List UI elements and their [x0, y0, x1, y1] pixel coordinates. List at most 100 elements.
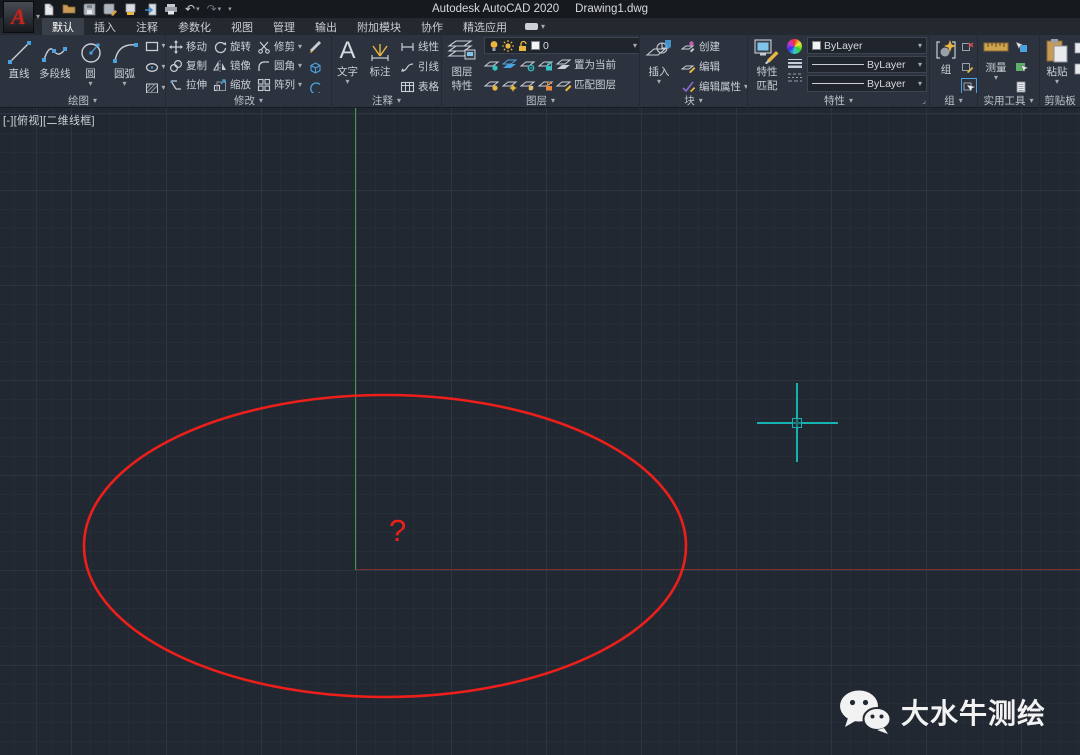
fillet-dropdown-icon[interactable]: ▾ — [298, 62, 302, 70]
qat-customize-button[interactable]: ▾ — [228, 2, 232, 16]
dimension-button[interactable]: 标注 — [365, 37, 395, 78]
panel-footer-annotate[interactable]: 注释▾ — [332, 93, 441, 108]
join-button[interactable] — [308, 79, 323, 93]
tab-parametric[interactable]: 参数化 — [168, 18, 221, 35]
match-properties-button[interactable]: 特性 匹配 — [751, 37, 783, 92]
quick-calc-button[interactable] — [1014, 78, 1028, 93]
panel-footer-groups[interactable]: 组▾ — [930, 93, 977, 108]
insert-block-button[interactable]: 插入 ▾ — [643, 37, 675, 86]
linetype-icon[interactable] — [787, 72, 803, 82]
layer-isolate-icon[interactable] — [484, 57, 500, 72]
leader-button[interactable]: 引线▾ — [400, 57, 441, 76]
table-button[interactable]: 表格 — [400, 77, 441, 93]
polyline-button[interactable]: 多段线 — [37, 37, 73, 80]
redo-dropdown-icon[interactable]: ▾ — [218, 5, 222, 13]
save-as-button[interactable] — [103, 2, 117, 16]
group-edit-button[interactable] — [961, 58, 977, 76]
ribbon-display-toggle[interactable]: ▾ — [525, 18, 545, 35]
fillet-button[interactable]: 圆角▾ — [257, 56, 302, 75]
arc-button[interactable]: 圆弧 ▾ — [109, 37, 141, 88]
select-similar-button[interactable] — [1014, 58, 1028, 76]
copy-clip-button[interactable] — [1074, 60, 1080, 78]
erase-button[interactable] — [308, 37, 323, 55]
line-button[interactable]: 直线 — [3, 37, 35, 80]
new-file-button[interactable] — [42, 2, 55, 16]
ungroup-button[interactable] — [961, 38, 977, 56]
edit-block-button[interactable]: 编辑 — [681, 57, 747, 76]
lineweight-icon[interactable] — [787, 58, 803, 68]
group-selection-toggle[interactable] — [961, 78, 977, 93]
edit-attributes-button[interactable]: 编辑属性▾ — [681, 77, 747, 93]
mirror-button[interactable]: 镜像 — [213, 56, 251, 75]
set-current-button[interactable]: 置为当前 — [574, 57, 616, 72]
ellipse-button[interactable]: ▾ — [145, 58, 166, 76]
plot-button[interactable] — [124, 2, 137, 16]
layer-off-icon[interactable] — [520, 57, 536, 72]
tab-manage[interactable]: 管理 — [263, 18, 305, 35]
trim-dropdown-icon[interactable]: ▾ — [298, 43, 302, 51]
tab-featured-apps[interactable]: 精选应用 — [453, 18, 517, 35]
panel-footer-layers[interactable]: 图层▾ — [442, 93, 639, 108]
color-wheel-icon[interactable] — [787, 39, 802, 54]
save-button[interactable] — [83, 2, 96, 16]
copy-button[interactable]: 复制 — [169, 56, 207, 75]
panel-footer-modify[interactable]: 修改▾ — [166, 93, 331, 108]
measure-dropdown-icon[interactable]: ▾ — [994, 74, 998, 82]
hatch-button[interactable]: ▾ — [145, 79, 166, 93]
panel-footer-properties[interactable]: 特性▾⌟ — [748, 93, 929, 108]
scale-button[interactable]: 缩放 — [213, 75, 251, 93]
array-button[interactable]: 阵列▾ — [257, 75, 302, 93]
tab-output[interactable]: 输出 — [305, 18, 347, 35]
quick-select-button[interactable] — [1014, 38, 1028, 56]
layer-lock-icon[interactable] — [538, 57, 554, 72]
group-button[interactable]: 组 — [933, 37, 959, 76]
cut-button[interactable] — [1074, 39, 1080, 57]
app-logo[interactable]: A — [3, 1, 34, 33]
app-menu-caret-icon[interactable]: ▾ — [36, 12, 40, 21]
layer-unisolate-icon[interactable] — [520, 77, 536, 92]
tab-annotate[interactable]: 注释 — [126, 18, 168, 35]
layer-select-dropdown[interactable]: 0 ▾ — [484, 37, 639, 54]
tab-addins[interactable]: 附加模块 — [347, 18, 411, 35]
drawn-ellipse[interactable] — [81, 391, 689, 701]
tab-insert[interactable]: 插入 — [84, 18, 126, 35]
arc-dropdown-icon[interactable]: ▾ — [122, 80, 126, 88]
rotate-button[interactable]: 旋转 — [213, 37, 251, 56]
tab-view[interactable]: 视图 — [221, 18, 263, 35]
move-button[interactable]: 移动 — [169, 37, 207, 56]
open-file-button[interactable] — [62, 2, 76, 16]
text-dropdown-icon[interactable]: ▾ — [345, 78, 349, 86]
array-dropdown-icon[interactable]: ▾ — [298, 81, 302, 89]
create-block-button[interactable]: 创建 — [681, 37, 747, 56]
measure-button[interactable]: 测量 ▾ — [981, 37, 1011, 82]
stretch-button[interactable]: 拉伸 — [169, 75, 207, 93]
edit-attributes-dropdown-icon[interactable]: ▾ — [744, 83, 747, 91]
match-layer-button[interactable]: 匹配图层 — [574, 77, 616, 92]
paste-dropdown-icon[interactable]: ▾ — [1055, 78, 1059, 86]
lineweight-dropdown[interactable]: ByLayer ▾ — [807, 56, 927, 73]
linetype-dropdown[interactable]: ByLayer ▾ — [807, 75, 927, 92]
paste-button[interactable]: 粘贴 ▾ — [1043, 37, 1071, 86]
circle-button[interactable]: 圆 ▾ — [75, 37, 107, 88]
explode-button[interactable] — [308, 58, 323, 76]
layer-unlock2-icon[interactable] — [538, 77, 554, 92]
tab-home[interactable]: 默认 — [42, 18, 84, 35]
panel-footer-draw[interactable]: 绘图▾ — [0, 93, 165, 108]
match-layer-icon[interactable] — [556, 77, 572, 92]
drawing-canvas[interactable]: [-][俯视][二维线框] ? 大水牛测绘 — [0, 108, 1080, 755]
undo-dropdown-icon[interactable]: ▾ — [196, 5, 200, 13]
panel-footer-clipboard[interactable]: 剪贴板 — [1040, 93, 1080, 108]
panel-footer-block[interactable]: 块▾ — [640, 93, 747, 108]
tab-collaborate[interactable]: 协作 — [411, 18, 453, 35]
linear-dimension-button[interactable]: 线性▾ — [400, 37, 441, 56]
layer-properties-button[interactable]: 图层 特性 — [445, 37, 479, 92]
redo-button[interactable]: ↷▾ — [207, 2, 222, 16]
layer-freeze-icon[interactable] — [502, 57, 518, 72]
layer-thaw-icon[interactable] — [502, 77, 518, 92]
rectangle-button[interactable]: ▾ — [145, 37, 166, 55]
panel-footer-utilities[interactable]: 实用工具▾ — [978, 93, 1039, 108]
trim-button[interactable]: 修剪▾ — [257, 37, 302, 56]
insert-dropdown-icon[interactable]: ▾ — [657, 78, 661, 86]
undo-button[interactable]: ↶▾ — [185, 2, 200, 16]
circle-dropdown-icon[interactable]: ▾ — [88, 80, 92, 88]
